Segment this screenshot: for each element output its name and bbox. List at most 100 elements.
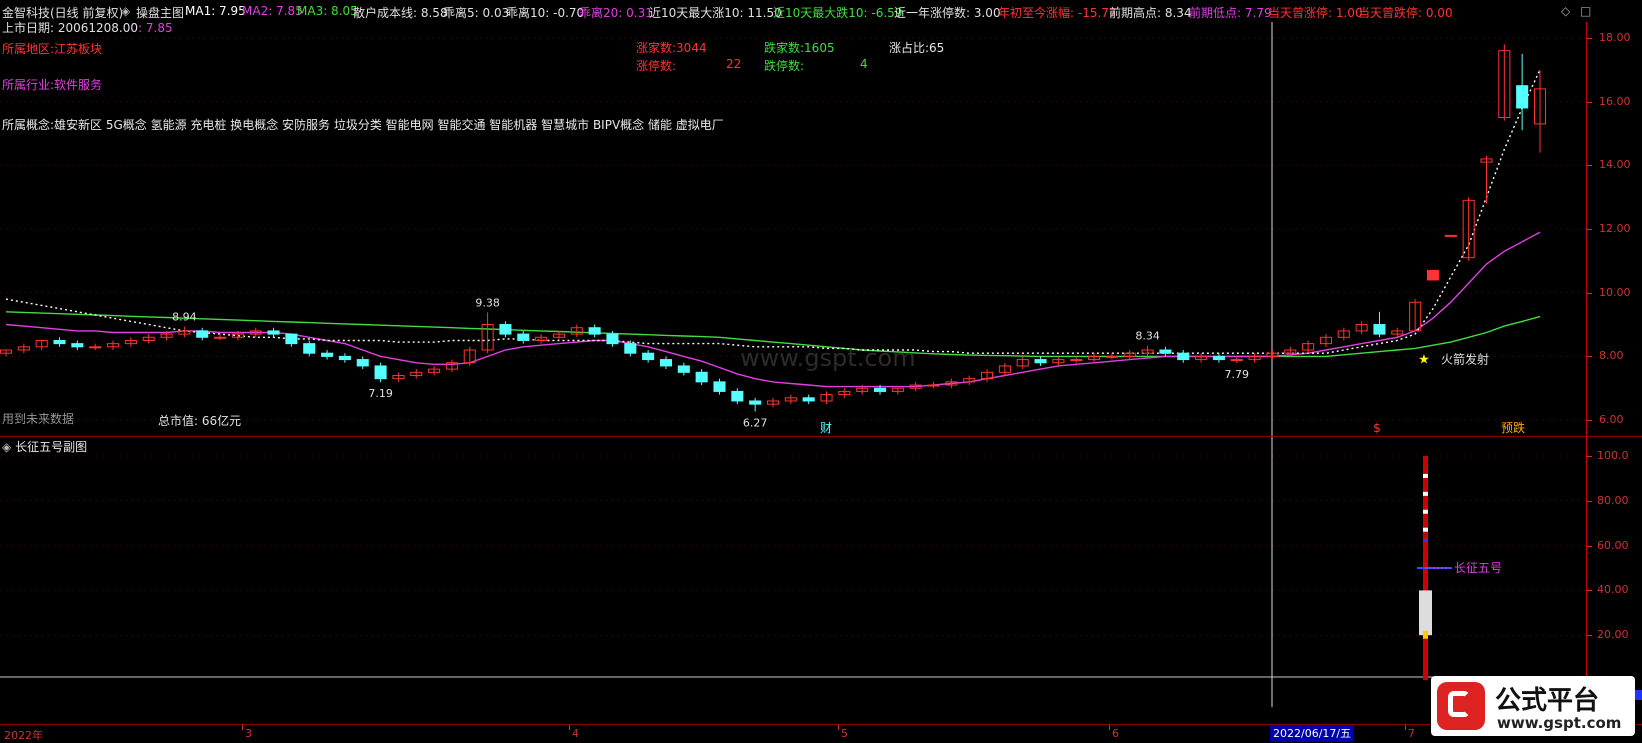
candle-body <box>321 352 334 357</box>
candle-body <box>927 384 940 387</box>
bias20-value: 乖离20: 0.31 <box>579 6 653 20</box>
candlestick-chart[interactable]: 8.94 9.38 7.19 6.27 8.34 7.79 ★ 火箭发射 www.gspt.co… <box>0 22 1586 436</box>
prev-low-value: 前期低点: 7.79 <box>1189 6 1272 20</box>
sub-axis-label: 40.00 <box>1597 583 1629 597</box>
axis-marker <box>1634 690 1642 700</box>
candle-body <box>659 359 673 367</box>
date-axis-label: 3 <box>245 727 252 740</box>
price-axis-label: 6.00 <box>1599 413 1624 427</box>
sub-axis-tick <box>1587 456 1592 457</box>
indicator-info-bar: 金智科技(日线 前复权) ◈ 操盘主图 MA1: 7.95 MA2: 7.85 … <box>0 0 1642 22</box>
candle-body <box>71 343 84 348</box>
candle-body <box>303 343 316 354</box>
price-extreme-label: 8.34 <box>1135 330 1160 343</box>
prev-high-value: 前期高点: 8.34 <box>1109 6 1192 20</box>
price-axis-tick <box>1587 229 1592 230</box>
candle-body <box>695 371 708 383</box>
date-axis-label: 6 <box>1112 727 1119 740</box>
sub-indicator-axis: 100.0 80.00 60.00 40.00 20.00 <box>1586 437 1642 707</box>
rocket-stripe <box>1423 509 1428 514</box>
brand-logo-glyph <box>1448 691 1470 717</box>
day-limit-up-value: 当天曾涨停: 1.00 <box>1268 6 1363 20</box>
price-extreme-label: 7.19 <box>368 387 393 400</box>
candle-body <box>1159 349 1172 354</box>
candle-body <box>677 365 690 373</box>
maximize-icon[interactable]: □ <box>1580 4 1591 18</box>
rocket-stripe <box>1423 491 1428 496</box>
price-axis-tick <box>1587 165 1592 167</box>
price-axis-tick <box>1587 420 1592 422</box>
cost-line <box>5 69 1541 354</box>
candle-body <box>89 346 102 349</box>
candle-body <box>1230 359 1243 362</box>
limit-up-year-value: 近一年涨停数: 3.00 <box>894 6 1001 20</box>
candle-body <box>1212 355 1225 361</box>
watermark-text: www.gspt.com <box>740 344 916 372</box>
candle-body <box>285 333 298 345</box>
candle-body <box>1516 85 1529 109</box>
sub-axis-tick <box>1587 500 1592 502</box>
sub-axis-label: 20.00 <box>1597 628 1629 642</box>
price-extreme-label: 8.94 <box>172 310 197 323</box>
candle-body <box>731 390 744 402</box>
price-axis-tick <box>1587 37 1592 39</box>
price-axis-label: 12.00 <box>1599 222 1631 235</box>
cursor-date-label: 2022/06/17/五 <box>1270 725 1355 742</box>
ma1-value: MA1: 7.95 <box>185 4 246 18</box>
candle-body <box>338 355 351 361</box>
rocket-stripe <box>1423 473 1428 478</box>
max-rise10-value: 近10天最大涨10: 11.50 <box>649 6 782 20</box>
candle-body <box>642 352 655 361</box>
event-mark: $ <box>1373 421 1381 435</box>
candle-body <box>1105 355 1118 358</box>
price-axis-label: 14.00 <box>1599 158 1631 172</box>
ma3-value: MA3: 8.05 <box>297 4 358 18</box>
price-axis: 18.00 16.00 14.00 12.00 10.00 8.00 6.00 <box>1586 22 1642 436</box>
price-axis-label: 8.00 <box>1599 349 1624 363</box>
date-axis-tick <box>1109 725 1110 730</box>
sub-indicator-chart[interactable]: 长征五号 <box>0 437 1586 707</box>
candle-body <box>1426 269 1440 281</box>
rocket-launch-label: 火箭发射 <box>1441 352 1489 367</box>
ytd-change-value: 年初至今涨幅: -15.77 <box>998 6 1117 20</box>
candle-body <box>1373 324 1386 335</box>
candle-body <box>713 381 726 392</box>
candle-body <box>1070 359 1083 362</box>
date-axis-tick <box>838 725 839 730</box>
indicator-settings-icon[interactable]: ◈ <box>121 4 130 18</box>
sub-axis-label: 80.00 <box>1597 493 1629 507</box>
candle-body <box>749 400 762 405</box>
candle-body <box>214 336 227 339</box>
candle-body <box>1034 359 1047 364</box>
candle-body <box>53 339 66 345</box>
candle-body <box>267 330 280 335</box>
candle-body <box>1177 352 1190 361</box>
bias5-value: 乖离5: 0.03 <box>443 6 510 20</box>
sub-axis-label: 60.00 <box>1597 538 1629 552</box>
brand-watermark: 公式平台 www.gspt.com <box>1431 676 1635 736</box>
candle-body <box>802 397 815 402</box>
rocket-body <box>1419 590 1432 636</box>
event-mark: 预跌 <box>1501 420 1525 435</box>
sub-axis-tick <box>1587 635 1592 637</box>
price-extreme-label: 9.38 <box>475 296 500 309</box>
candle-body <box>499 324 512 335</box>
star-icon: ★ <box>1418 353 1430 368</box>
sub-axis-label: 100.0 <box>1597 449 1629 462</box>
sub-line-label: 长征五号 <box>1454 561 1502 575</box>
restore-icon[interactable]: ◇ <box>1561 4 1570 18</box>
price-axis-tick <box>1587 292 1592 294</box>
date-axis-tick <box>1405 725 1406 730</box>
sub-axis-tick <box>1587 590 1592 592</box>
candle-body <box>624 343 637 354</box>
price-axis-label: 18.00 <box>1599 30 1631 44</box>
price-axis-tick <box>1587 101 1592 103</box>
date-axis-label: 4 <box>572 727 579 740</box>
candle-body <box>588 327 601 335</box>
candle-body <box>1444 234 1457 237</box>
date-axis-tick <box>569 725 570 730</box>
date-axis-label: 7 <box>1408 727 1415 740</box>
candle-body <box>196 330 209 338</box>
bias10-value: 乖离10: -0.70 <box>506 6 585 20</box>
date-axis-label: 2022年 <box>4 729 43 742</box>
